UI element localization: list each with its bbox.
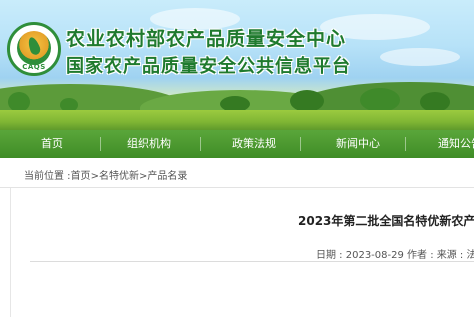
main-nav: 首页 组织机构 政策法规 新闻中心 通知公告 — [0, 130, 474, 158]
breadcrumb-item-catalog[interactable]: 产品名录 — [147, 171, 187, 182]
nav-item-notices[interactable]: 通知公告 — [438, 130, 474, 158]
nav-separator — [200, 137, 201, 151]
nav-item-home[interactable]: 首页 — [41, 130, 63, 158]
nav-separator — [100, 137, 101, 151]
tree — [360, 88, 400, 112]
nav-separator — [405, 137, 406, 151]
caqs-logo-icon[interactable]: CAQS — [7, 22, 61, 76]
nav-item-organization[interactable]: 组织机构 — [127, 130, 171, 158]
breadcrumb-item-home[interactable]: 首页 — [71, 171, 91, 182]
org-name: 农业农村部农产品质量安全中心 — [66, 28, 347, 50]
nav-item-news[interactable]: 新闻中心 — [336, 130, 380, 158]
nav-item-policy[interactable]: 政策法规 — [232, 130, 276, 158]
tree — [290, 90, 324, 112]
article-title: 2023年第二批全国名特优新农产 — [298, 214, 474, 228]
breadcrumb-separator: > — [90, 171, 99, 182]
tree — [8, 92, 30, 112]
nav-separator — [300, 137, 301, 151]
tree — [420, 92, 450, 112]
sky-cloud — [380, 48, 460, 66]
site-banner: CAQS 农业农村部农产品质量安全中心 国家农产品质量安全公共信息平台 — [0, 0, 474, 130]
crop-field — [0, 110, 474, 130]
meta-divider — [30, 261, 474, 262]
breadcrumb-prefix: 当前位置 : — [24, 171, 71, 182]
breadcrumb: 当前位置 :首页>名特优新>产品名录 — [24, 167, 187, 182]
platform-name: 国家农产品质量安全公共信息平台 — [66, 56, 351, 77]
logo-text: CAQS — [22, 63, 46, 71]
article-meta: 日期 : 2023-08-29 作者 : 来源 : 法规 — [316, 250, 474, 261]
breadcrumb-item-specialty[interactable]: 名特优新 — [99, 171, 139, 182]
breadcrumb-bar: 当前位置 :首页>名特优新>产品名录 — [0, 158, 474, 188]
